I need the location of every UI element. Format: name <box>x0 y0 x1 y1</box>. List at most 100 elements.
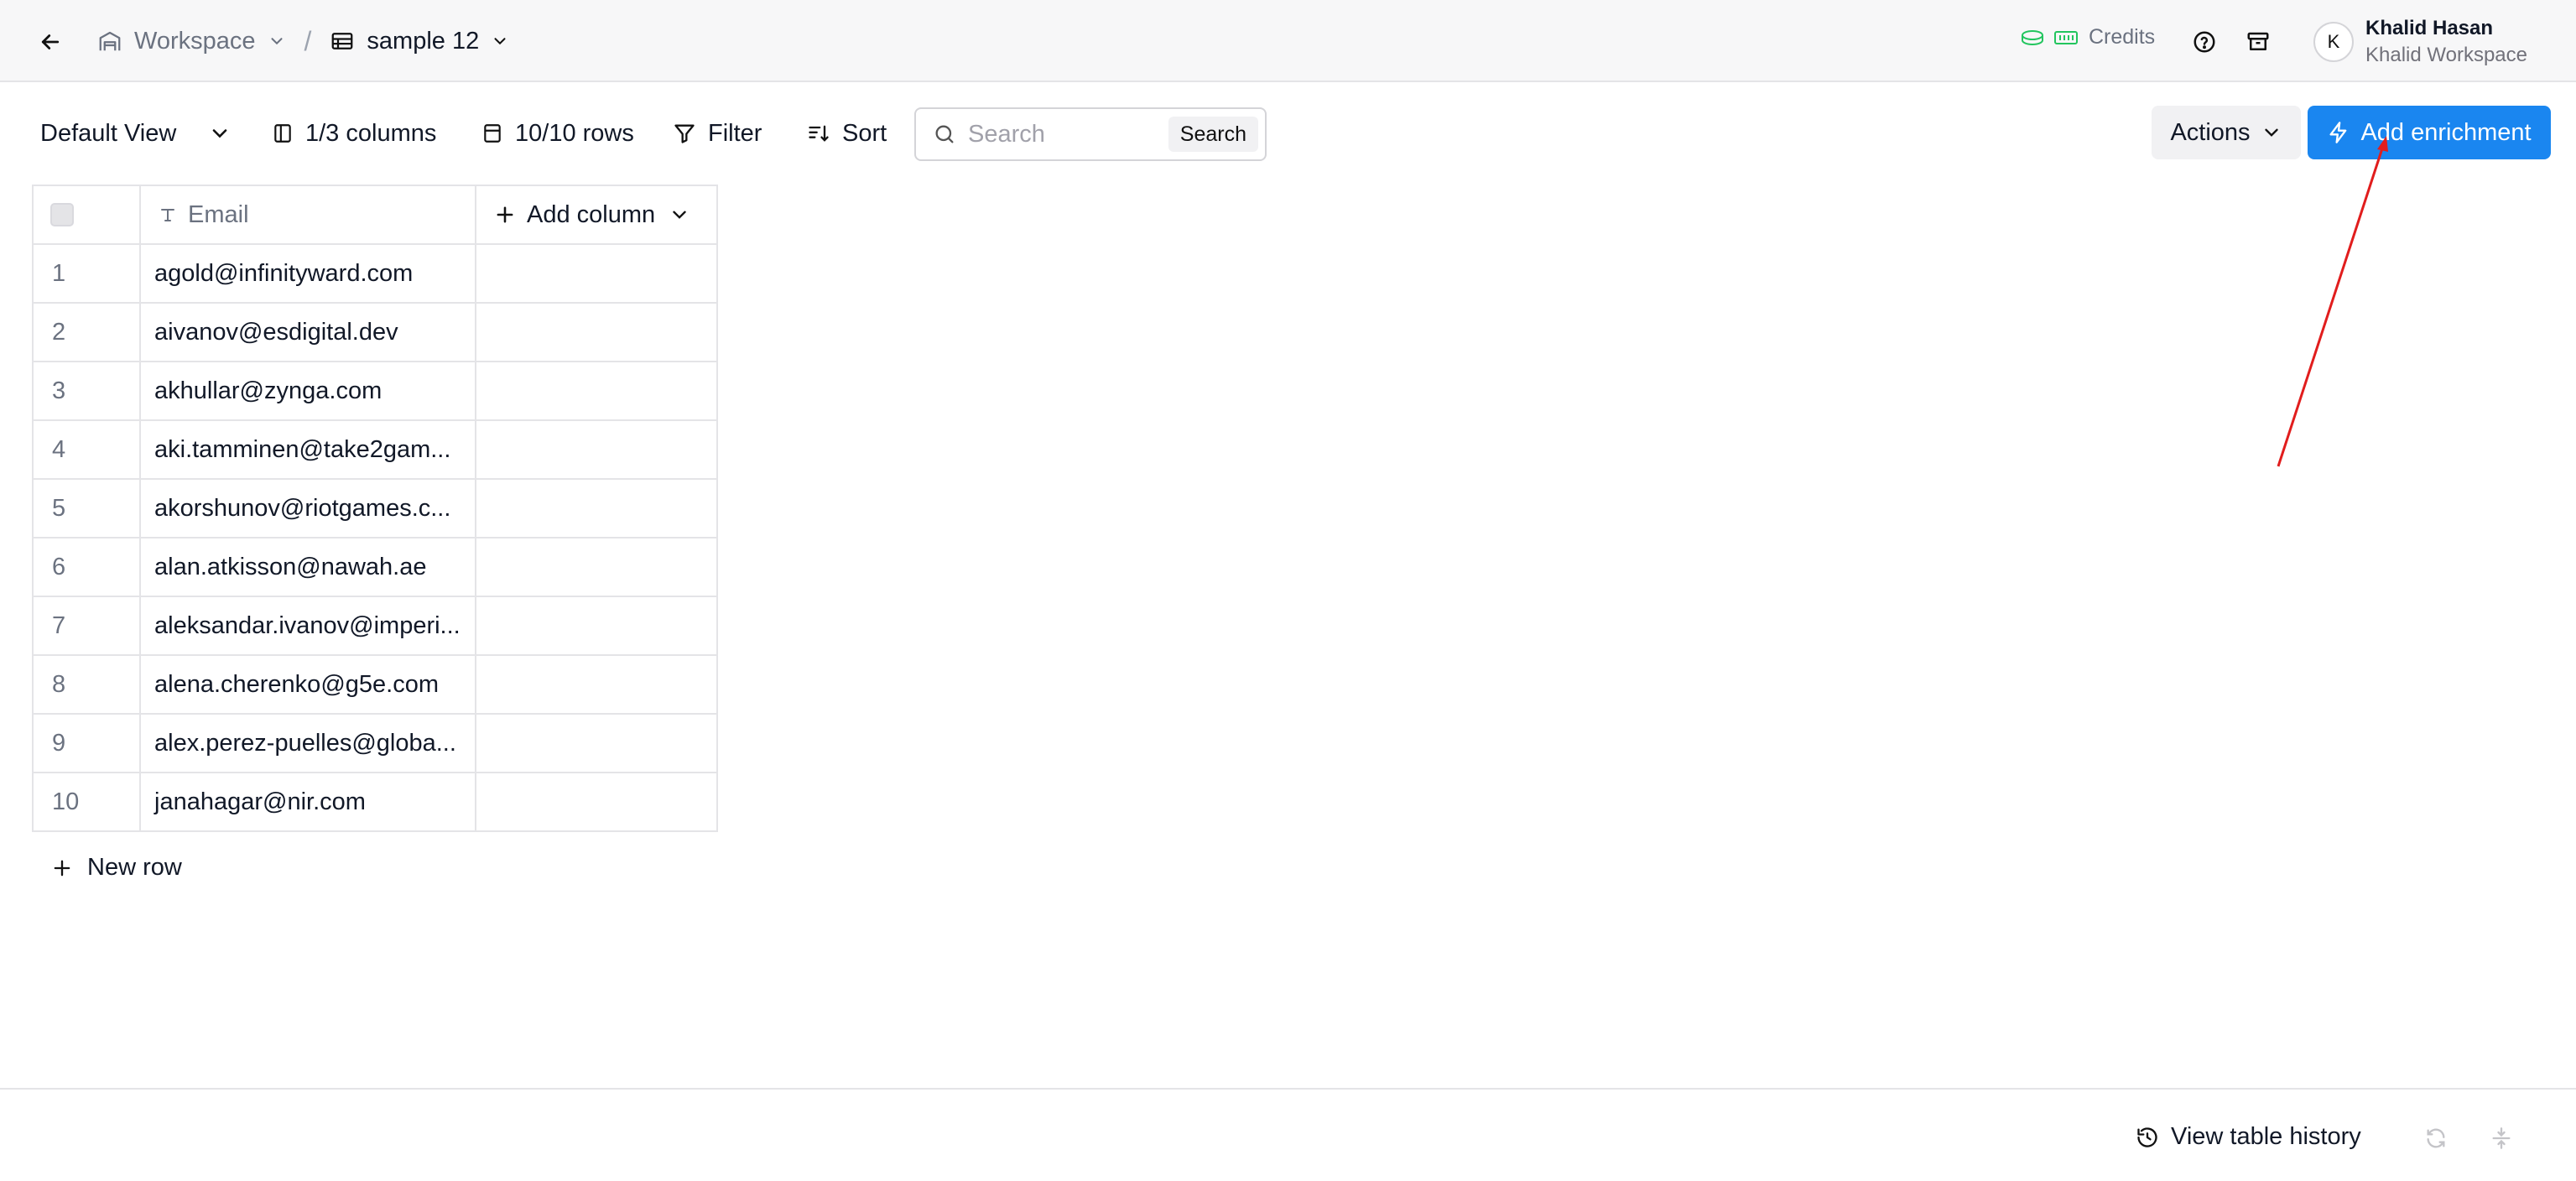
row-number: 9 <box>32 713 141 773</box>
email-cell[interactable]: akorshunov@riotgames.c... <box>139 478 476 538</box>
email-cell[interactable]: akhullar@zynga.com <box>139 361 476 421</box>
add-enrichment-button[interactable]: Add enrichment <box>2308 106 2551 159</box>
plus-icon <box>497 206 513 223</box>
lightning-icon <box>2329 122 2347 143</box>
empty-cell[interactable] <box>475 419 718 480</box>
view-table-history-button[interactable]: View table history <box>2136 1123 2361 1151</box>
email-cell[interactable]: agold@infinityward.com <box>139 243 476 304</box>
collapse-button[interactable] <box>2485 1121 2518 1155</box>
empty-cell[interactable] <box>475 302 718 362</box>
row-number: 5 <box>32 478 141 538</box>
empty-cell[interactable] <box>475 713 718 773</box>
row-number: 3 <box>32 361 141 421</box>
user-menu[interactable]: K Khalid Hasan Khalid Workspace <box>2313 15 2527 69</box>
empty-cell[interactable] <box>475 243 718 304</box>
row-number: 1 <box>32 243 141 304</box>
breadcrumb-workspace[interactable]: Workspace <box>97 28 286 55</box>
add-column-button[interactable]: Add column <box>475 185 718 245</box>
sort-label: Sort <box>842 119 887 147</box>
empty-cell[interactable] <box>475 361 718 421</box>
search-button[interactable]: Search <box>1168 117 1258 152</box>
breadcrumb: Workspace / sample 12 <box>97 22 509 60</box>
row-number: 7 <box>32 596 141 656</box>
select-all-checkbox[interactable] <box>50 203 74 226</box>
new-row-button[interactable]: New row <box>50 854 182 882</box>
table-row[interactable]: 10 janahagar@nir.com <box>32 772 718 832</box>
empty-cell[interactable] <box>475 772 718 832</box>
columns-button[interactable]: 1/3 columns <box>272 106 436 161</box>
table-row[interactable]: 8 alena.cherenko@g5e.com <box>32 654 718 715</box>
help-button[interactable] <box>2188 25 2221 59</box>
email-cell[interactable]: aki.tamminen@take2gam... <box>139 419 476 480</box>
table-row[interactable]: 3 akhullar@zynga.com <box>32 361 718 421</box>
table-row[interactable]: 7 aleksandar.ivanov@imperi... <box>32 596 718 656</box>
email-cell[interactable]: janahagar@nir.com <box>139 772 476 832</box>
footer-bar: View table history <box>0 1088 2576 1181</box>
chevron-down-icon <box>494 38 506 45</box>
refresh-icon <box>2427 1128 2445 1148</box>
plus-icon <box>54 860 70 876</box>
empty-cell[interactable] <box>475 537 718 597</box>
row-number: 6 <box>32 537 141 597</box>
history-icon <box>2137 1126 2157 1147</box>
add-enrichment-label: Add enrichment <box>2360 118 2532 146</box>
email-cell[interactable]: alex.perez-puelles@globa... <box>139 713 476 773</box>
user-name: Khalid Hasan <box>2365 17 2494 39</box>
collapse-icon <box>2492 1127 2511 1149</box>
filter-button[interactable]: Filter <box>673 106 762 161</box>
column-header-email-label: Email <box>188 200 249 228</box>
row-number: 8 <box>32 654 141 715</box>
warehouse-icon <box>99 31 121 51</box>
table-row[interactable]: 5 akorshunov@riotgames.c... <box>32 478 718 538</box>
view-selector[interactable]: Default View <box>40 106 232 161</box>
sort-button[interactable]: Sort <box>807 106 887 161</box>
empty-cell[interactable] <box>475 596 718 656</box>
breadcrumb-table-label: sample 12 <box>367 27 480 55</box>
arrow-left-icon <box>41 34 60 49</box>
columns-label: 1/3 columns <box>305 119 437 147</box>
email-cell[interactable]: aleksandar.ivanov@imperi... <box>139 596 476 656</box>
table-row[interactable]: 9 alex.perez-puelles@globa... <box>32 713 718 773</box>
credits-label: Credits <box>2089 25 2156 49</box>
user-workspace: Khalid Workspace <box>2365 44 2527 66</box>
columns-icon <box>274 124 291 143</box>
archive-button[interactable] <box>2241 25 2275 59</box>
table-icon <box>332 33 353 49</box>
search-icon <box>935 125 954 143</box>
table-row[interactable]: 6 alan.atkisson@nawah.ae <box>32 537 718 597</box>
chevron-down-icon <box>2264 128 2278 137</box>
table-row[interactable]: 4 aki.tamminen@take2gam... <box>32 419 718 480</box>
calculator-icon <box>484 124 501 143</box>
search-input[interactable] <box>968 120 1161 148</box>
breadcrumb-separator: / <box>304 25 312 56</box>
table-header-row: Email Add column <box>32 185 718 245</box>
empty-cell[interactable] <box>475 478 718 538</box>
select-all-cell <box>32 185 141 245</box>
email-cell[interactable]: alan.atkisson@nawah.ae <box>139 537 476 597</box>
avatar: K <box>2313 22 2354 62</box>
table-toolbar: Default View 1/3 columns 10/10 rows Filt… <box>0 106 2576 161</box>
column-header-email[interactable]: Email <box>139 185 476 245</box>
row-number: 10 <box>32 772 141 832</box>
view-label: Default View <box>40 119 177 147</box>
chevron-down-icon <box>673 211 686 219</box>
credits-indicator[interactable]: Credits <box>2020 25 2155 49</box>
filter-label: Filter <box>708 119 762 147</box>
data-table: Email Add column 1 agold@infinityward.com… <box>32 185 718 832</box>
actions-button[interactable]: Actions <box>2152 106 2301 159</box>
rows-button[interactable]: 10/10 rows <box>481 106 634 161</box>
sort-icon <box>809 125 829 142</box>
email-cell[interactable]: aivanov@esdigital.dev <box>139 302 476 362</box>
row-number: 2 <box>32 302 141 362</box>
table-row[interactable]: 2 aivanov@esdigital.dev <box>32 302 718 362</box>
text-type-icon <box>161 209 174 221</box>
breadcrumb-table[interactable]: sample 12 <box>330 28 509 55</box>
help-circle-icon <box>2194 31 2215 53</box>
archive-icon <box>2247 32 2269 50</box>
empty-cell[interactable] <box>475 654 718 715</box>
view-table-history-label: View table history <box>2171 1123 2361 1150</box>
email-cell[interactable]: alena.cherenko@g5e.com <box>139 654 476 715</box>
back-button[interactable] <box>34 25 67 59</box>
refresh-button[interactable] <box>2419 1121 2453 1155</box>
table-row[interactable]: 1 agold@infinityward.com <box>32 243 718 304</box>
